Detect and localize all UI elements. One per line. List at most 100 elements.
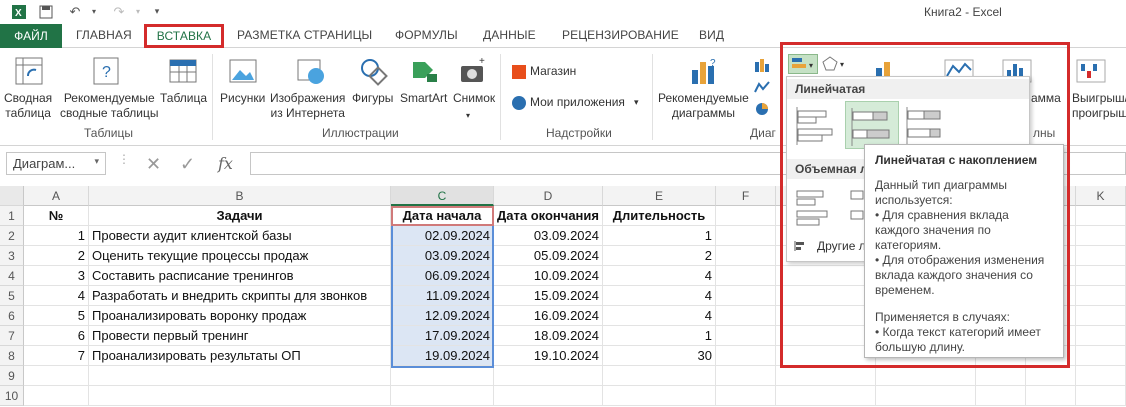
cell-j9[interactable] [1026,366,1076,386]
cell-d10[interactable] [494,386,603,406]
cell-e10[interactable] [603,386,716,406]
pictures-button[interactable]: Рисунки [220,91,265,106]
tab-insert[interactable]: ВСТАВКА [144,24,224,48]
cell-f6[interactable] [716,306,776,326]
undo-icon[interactable]: ↶ [64,3,86,20]
cell-a6[interactable]: 5 [24,306,89,326]
column-header-f[interactable]: F [716,186,776,206]
cell-b8[interactable]: Проанализировать результаты ОП [89,346,391,366]
tab-formulas[interactable]: ФОРМУЛЫ [395,28,458,42]
column-header-c[interactable]: C [391,186,494,206]
chevron-down-icon[interactable]: ▾ [132,3,144,20]
customize-toolbar-icon[interactable]: ▾ [150,3,164,20]
cell-a1[interactable]: № [24,206,89,226]
winloss-sparkline-button[interactable]: Выигрыш/ проигрыш [1072,91,1126,121]
column-header-b[interactable]: B [89,186,391,206]
column-header-k[interactable]: K [1076,186,1126,206]
save-icon[interactable] [36,3,56,20]
cell-b5[interactable]: Разработать и внедрить скрипты для звонк… [89,286,391,306]
tab-home[interactable]: ГЛАВНАЯ [76,28,132,42]
row-header[interactable]: 10 [0,386,24,406]
cell-a9[interactable] [24,366,89,386]
recommended-pivot-button[interactable]: Рекомендуемые сводные таблицы [60,91,158,121]
cell-b1[interactable]: Задачи [89,206,391,226]
cell-f5[interactable] [716,286,776,306]
chevron-down-icon[interactable]: ▾ [88,3,100,20]
cell-e9[interactable] [603,366,716,386]
table-button[interactable]: Таблица [160,91,207,106]
cell-k3[interactable] [1076,246,1126,266]
cell-k8[interactable] [1076,346,1126,366]
tab-file[interactable]: ФАЙЛ [0,24,62,48]
cell-g10[interactable] [776,386,876,406]
cell-f10[interactable] [716,386,776,406]
cell-k4[interactable] [1076,266,1126,286]
cell-d9[interactable] [494,366,603,386]
smartart-button[interactable]: SmartArt [400,91,447,106]
enter-icon[interactable]: ✓ [180,154,195,175]
tab-view[interactable]: ВИД [699,28,724,42]
cell-c7[interactable]: 17.09.2024 [391,326,494,346]
pie-chart-icon[interactable] [754,102,770,116]
cell-b4[interactable]: Составить расписание тренингов [89,266,391,286]
chevron-down-icon[interactable]: ▾ [94,156,99,167]
cell-f1[interactable] [716,206,776,226]
cell-c2[interactable]: 02.09.2024 [391,226,494,246]
cell-a3[interactable]: 2 [24,246,89,266]
column-header-a[interactable]: A [24,186,89,206]
row-header[interactable]: 8 [0,346,24,366]
cell-h9[interactable] [876,366,976,386]
cell-d3[interactable]: 05.09.2024 [494,246,603,266]
tab-data[interactable]: ДАННЫЕ [483,28,536,42]
my-apps-button[interactable]: Мои приложения [530,95,625,110]
tab-review[interactable]: РЕЦЕНЗИРОВАНИЕ [562,28,679,42]
cell-k9[interactable] [1076,366,1126,386]
cell-a5[interactable]: 4 [24,286,89,306]
cell-g9[interactable] [776,366,876,386]
cell-f8[interactable] [716,346,776,366]
cell-b6[interactable]: Проанализировать воронку продаж [89,306,391,326]
cell-e4[interactable]: 4 [603,266,716,286]
name-box[interactable]: Диаграм... ▾ [6,152,106,175]
cell-d2[interactable]: 03.09.2024 [494,226,603,246]
redo-icon[interactable]: ↷ [108,3,130,20]
cell-c6[interactable]: 12.09.2024 [391,306,494,326]
cell-f3[interactable] [716,246,776,266]
cell-k5[interactable] [1076,286,1126,306]
cell-e7[interactable]: 1 [603,326,716,346]
cell-a8[interactable]: 7 [24,346,89,366]
cell-k1[interactable] [1076,206,1126,226]
shapes-button[interactable]: Фигуры [352,91,393,106]
line-chart-icon[interactable] [754,80,770,94]
cell-b10[interactable] [89,386,391,406]
column-header-e[interactable]: E [603,186,716,206]
cell-e8[interactable]: 30 [603,346,716,366]
cell-i10[interactable] [976,386,1026,406]
cell-d5[interactable]: 15.09.2024 [494,286,603,306]
row-header[interactable]: 2 [0,226,24,246]
row-header[interactable]: 3 [0,246,24,266]
recommended-charts-button[interactable]: Рекомендуемые диаграммы [658,91,749,121]
cell-k6[interactable] [1076,306,1126,326]
cell-k2[interactable] [1076,226,1126,246]
cell-i9[interactable] [976,366,1026,386]
cell-c3[interactable]: 03.09.2024 [391,246,494,266]
cell-d1[interactable]: Дата окончания [494,206,603,226]
cell-e1[interactable]: Длительность [603,206,716,226]
row-header[interactable]: 7 [0,326,24,346]
cell-a10[interactable] [24,386,89,406]
cell-b9[interactable] [89,366,391,386]
insert-function-icon[interactable]: fx [218,154,233,173]
cell-b2[interactable]: Провести аудит клиентской базы [89,226,391,246]
cell-f9[interactable] [716,366,776,386]
chevron-down-icon[interactable]: ▾ [634,95,639,110]
store-button[interactable]: Магазин [530,64,576,79]
cell-c4[interactable]: 06.09.2024 [391,266,494,286]
cell-c9[interactable] [391,366,494,386]
select-all-corner[interactable] [0,186,24,206]
column-header-d[interactable]: D [494,186,603,206]
cell-c5[interactable]: 11.09.2024 [391,286,494,306]
cell-e5[interactable]: 4 [603,286,716,306]
chevron-down-icon[interactable]: ▾ [466,108,470,123]
cell-d6[interactable]: 16.09.2024 [494,306,603,326]
